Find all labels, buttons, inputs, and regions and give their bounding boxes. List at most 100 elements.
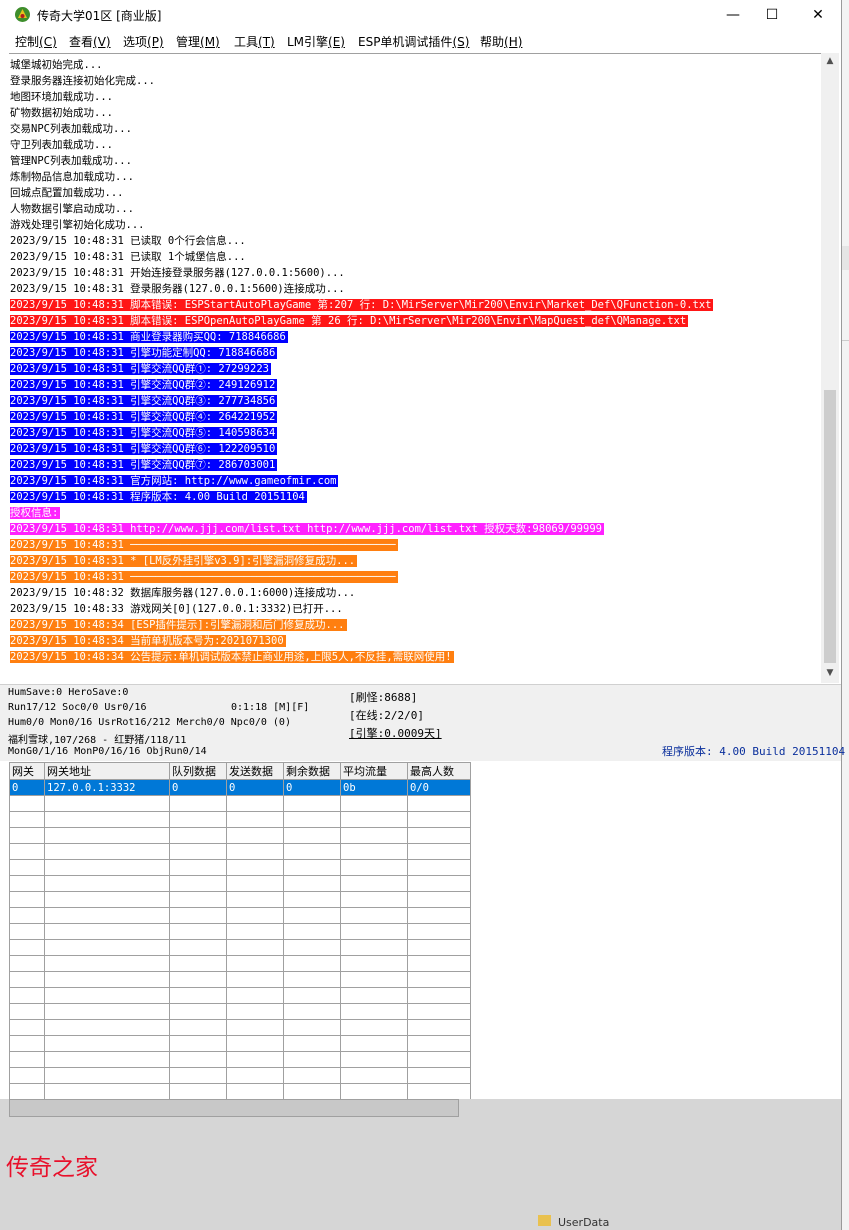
log-line-text: 2023/9/15 10:48:31 引擎交流QQ群②: 249126912 (10, 379, 278, 391)
table-cell (44, 1019, 170, 1036)
status-engine[interactable]: [引擎:0.0009天] (349, 725, 442, 741)
table-row-empty[interactable] (9, 1019, 471, 1036)
table-cell (44, 875, 170, 892)
column-header[interactable]: 剩余数据 (283, 762, 341, 780)
table-row-empty[interactable] (9, 1051, 471, 1068)
menu-item-label: 工具 (234, 35, 259, 49)
column-header[interactable]: 平均流量 (340, 762, 408, 780)
menu-item-3[interactable]: 管理(M) (176, 33, 220, 50)
menu-item-7[interactable]: 帮助(H) (480, 33, 522, 50)
log-line-text: 回城点配置加载成功... (10, 187, 124, 199)
log-line: 2023/9/15 10:48:31 引擎功能定制QQ: 718846686 (10, 345, 278, 361)
desktop-folder-label[interactable]: UserData (558, 1216, 609, 1229)
table-cell (407, 827, 471, 844)
maximize-button[interactable]: ☐ (749, 0, 795, 30)
status-mong: MonG0/1/16 MonP0/16/16 ObjRun0/14 (8, 746, 207, 757)
menu-item-label: 控制 (15, 35, 40, 49)
table-cell (283, 939, 341, 956)
table-row-empty[interactable] (9, 827, 471, 844)
column-header[interactable]: 网关地址 (44, 762, 170, 780)
menu-item-0[interactable]: 控制(C) (15, 33, 57, 50)
log-line: 2023/9/15 10:48:31 ─────────────────────… (10, 569, 398, 585)
table-cell (169, 955, 227, 972)
gateway-table[interactable]: 网关 网关地址 队列数据 发送数据 剩余数据 平均流量 最高人数 0 127.0.0.1:33… (9, 762, 471, 1100)
table-row-empty[interactable] (9, 795, 471, 812)
table-cell (9, 843, 45, 860)
table-cell (9, 1067, 45, 1084)
table-cell (283, 1051, 341, 1068)
table-cell (9, 1083, 45, 1100)
table-row-empty[interactable] (9, 1083, 471, 1100)
table-row-empty[interactable] (9, 875, 471, 892)
table-cell (44, 827, 170, 844)
table-cell (226, 939, 284, 956)
status-save: HumSave:0 HeroSave:0 (8, 687, 129, 698)
column-header[interactable]: 队列数据 (169, 762, 227, 780)
log-line: 2023/9/15 10:48:31 引擎交流QQ群⑤: 140598634 (10, 425, 278, 441)
log-line-text: 授权信息: (10, 507, 61, 519)
table-row-empty[interactable] (9, 891, 471, 908)
server-log[interactable]: 城堡城初始完成... 登录服务器连接初始化完成... 地图环境加载成功... 矿物数据… (9, 53, 821, 684)
table-cell (44, 891, 170, 908)
log-scrollbar[interactable]: ▲ ▼ (821, 53, 839, 683)
column-header[interactable]: 最高人数 (407, 762, 471, 780)
log-line: 炼制物品信息加载成功... (10, 169, 136, 185)
log-line-text: 管理NPC列表加载成功... (10, 155, 132, 167)
menu-item-6[interactable]: ESP单机调试插件(S) (358, 33, 469, 50)
table-row-empty[interactable] (9, 971, 471, 988)
table-row-empty[interactable] (9, 923, 471, 940)
table-cell (44, 1003, 170, 1020)
table-row-empty[interactable] (9, 843, 471, 860)
table-row-empty[interactable] (9, 955, 471, 972)
log-line: 2023/9/15 10:48:31 * [LM反外挂引擎v3.9]:引擎漏洞修… (10, 553, 358, 569)
table-cell (340, 971, 408, 988)
menu-item-2[interactable]: 选项(P) (123, 33, 164, 50)
log-line: 2023/9/15 10:48:31 脚本错误: ESPStartAutoPla… (10, 297, 714, 313)
menu-item-4[interactable]: 工具(T) (234, 33, 275, 50)
table-row-empty[interactable] (9, 859, 471, 876)
table-row-empty[interactable] (9, 811, 471, 828)
table-cell (169, 923, 227, 940)
log-line-text: 2023/9/15 10:48:33 游戏网关[0](127.0.0.1:333… (10, 603, 343, 615)
table-cell (169, 939, 227, 956)
table-row-empty[interactable] (9, 907, 471, 924)
table-cell (283, 1067, 341, 1084)
table-cell (226, 1035, 284, 1052)
table-row[interactable]: 0 127.0.0.1:3332 0 0 0 0b 0/0 (9, 779, 471, 796)
table-row-empty[interactable] (9, 1003, 471, 1020)
table-row-empty[interactable] (9, 939, 471, 956)
log-line: 2023/9/15 10:48:31 引擎交流QQ群①: 27299223 (10, 361, 271, 377)
table-cell (9, 907, 45, 924)
log-line: 2023/9/15 10:48:31 商业登录器购买QQ: 718846686 (10, 329, 288, 345)
title-bar[interactable]: 传奇大学01区 [商业版] — ☐ ✕ (0, 0, 841, 30)
scroll-up-arrow-icon[interactable]: ▲ (821, 53, 839, 69)
background-window (842, 0, 849, 1230)
table-cell (283, 1003, 341, 1020)
table-cell (407, 859, 471, 876)
table-row-empty[interactable] (9, 987, 471, 1004)
table-row-empty[interactable] (9, 1067, 471, 1084)
menu-item-5[interactable]: LM引擎(E) (287, 33, 345, 50)
table-cell (226, 987, 284, 1004)
gateway-grid[interactable]: 网关 网关地址 队列数据 发送数据 剩余数据 平均流量 最高人数 0 127.0.0.1:33… (9, 762, 841, 1100)
scroll-down-arrow-icon[interactable]: ▼ (821, 665, 839, 681)
log-line: 2023/9/15 10:48:34 当前单机版本号为:2021071300 (10, 633, 286, 649)
log-line: 2023/9/15 10:48:33 游戏网关[0](127.0.0.1:333… (10, 601, 345, 617)
table-cell (169, 1051, 227, 1068)
column-header[interactable]: 发送数据 (226, 762, 284, 780)
table-cell (283, 1035, 341, 1052)
table-row-empty[interactable] (9, 1035, 471, 1052)
table-cell (226, 1067, 284, 1084)
column-header[interactable]: 网关 (9, 762, 45, 780)
table-cell (226, 891, 284, 908)
table-cell (169, 1003, 227, 1020)
main-window: 传奇大学01区 [商业版] — ☐ ✕ 控制(C) 查看(V) 选项(P) 管理(M)… (0, 0, 845, 1230)
table-cell (9, 1051, 45, 1068)
log-line-text: 2023/9/15 10:48:34 公告提示:单机调试版本禁止商业用途,上限5… (10, 651, 454, 663)
menu-item-1[interactable]: 查看(V) (69, 33, 111, 50)
log-line-text: 2023/9/15 10:48:31 官方网站: http://www.game… (10, 475, 339, 487)
log-line: 2023/9/15 10:48:32 数据库服务器(127.0.0.1:6000… (10, 585, 357, 601)
log-line: 城堡城初始完成... (10, 57, 104, 73)
close-button[interactable]: ✕ (795, 0, 841, 30)
scroll-thumb[interactable] (824, 390, 836, 663)
